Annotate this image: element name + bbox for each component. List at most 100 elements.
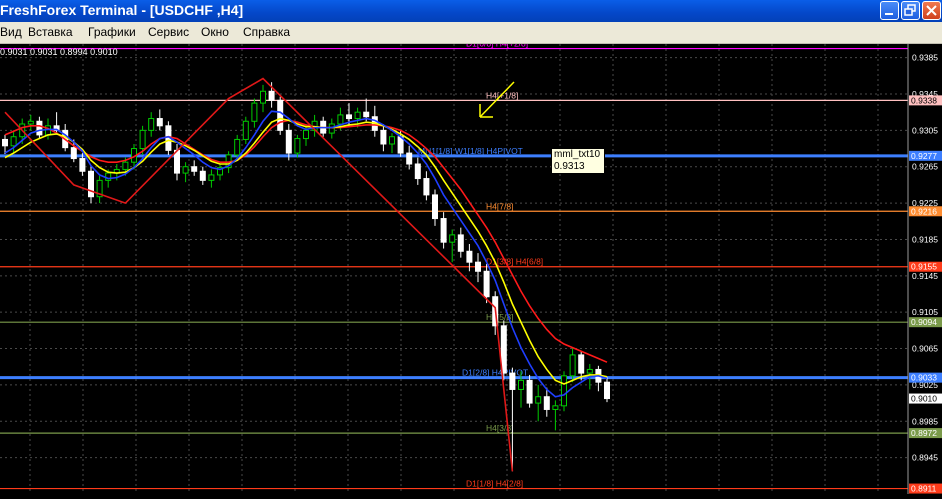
level-label: D1[1/8] H4[2/8] <box>466 479 523 489</box>
candle-body <box>543 396 550 410</box>
candle-body <box>148 118 155 131</box>
ohlc-readout: 0.9031 0.9031 0.8994 0.9010 <box>0 47 118 57</box>
candle-body <box>2 138 8 147</box>
candle-body <box>285 129 292 154</box>
chart-canvas[interactable]: D1[6/8] H4[+2/8] H4[+1/8] MN1[1/8] W1[1/8]… <box>0 39 942 494</box>
price-tick-label: 0.9265 <box>912 162 938 172</box>
candle-body <box>277 99 284 131</box>
candle-body <box>586 368 593 374</box>
candle-body <box>36 120 43 136</box>
tooltip-value: 0.9313 <box>554 161 585 172</box>
price-tick-label: 0.9065 <box>912 344 938 354</box>
candle-body <box>70 147 77 160</box>
candle-body <box>328 123 335 134</box>
candle-body <box>251 102 258 122</box>
candle-body <box>526 379 533 404</box>
candle-body <box>509 372 516 390</box>
menu-help[interactable]: Справка <box>243 25 290 39</box>
candle-body <box>466 250 473 263</box>
candle-body <box>518 379 524 390</box>
candle-body <box>354 111 361 120</box>
candle-body <box>535 396 542 404</box>
candle-body <box>208 174 215 181</box>
candle-body <box>294 138 301 154</box>
menu-window[interactable]: Окно <box>201 25 229 39</box>
candle-body <box>363 111 370 118</box>
candle-body <box>569 354 576 377</box>
candle-body <box>234 138 241 156</box>
price-tick-label: 0.9385 <box>912 53 938 63</box>
tooltip-name: mml_txt10 <box>554 149 601 160</box>
level-label: D1[6/8] H4[+2/8] <box>466 44 528 49</box>
menu-view[interactable]: Вид <box>0 25 22 39</box>
candle-body <box>191 166 198 172</box>
candle-body <box>561 375 567 407</box>
menu-tools[interactable]: Сервис <box>148 25 189 39</box>
candle-body <box>268 90 275 101</box>
level-label: D1[2/8] H4PIVOT <box>462 368 528 378</box>
candle-body <box>182 166 189 174</box>
candle-body <box>27 120 34 125</box>
candle-body <box>440 218 447 243</box>
level-price-label: 0.8911 <box>911 484 937 494</box>
title-bar: FreshForex Terminal - [USDCHF ,H4] <box>0 0 942 22</box>
restore-button[interactable] <box>901 1 920 20</box>
price-tick-label: 0.8945 <box>912 453 938 463</box>
candle-body <box>406 152 413 165</box>
close-button[interactable] <box>922 1 941 20</box>
candle-body <box>122 161 129 170</box>
candle-body <box>10 136 17 147</box>
candle-body <box>139 129 146 150</box>
candle-body <box>552 405 559 410</box>
chart-grid <box>0 44 908 494</box>
candle-body <box>578 354 585 374</box>
candle-body <box>483 270 490 298</box>
level-label: H4[7/8] <box>486 201 513 211</box>
close-icon <box>926 5 937 16</box>
candles <box>2 82 610 472</box>
current-price-label: 0.9010 <box>911 394 937 404</box>
level-label: H4[3/8] <box>486 423 513 433</box>
candle-body <box>432 194 438 220</box>
menu-insert[interactable]: Вставка <box>28 25 73 39</box>
level-price-label: 0.9094 <box>911 317 937 327</box>
candle-body <box>423 178 430 196</box>
level-price-label: 0.9033 <box>911 373 937 383</box>
minimize-button[interactable] <box>880 1 899 20</box>
candle-body <box>260 90 266 104</box>
level-price-label: 0.9277 <box>911 151 937 161</box>
price-tick-label: 0.9305 <box>912 125 938 135</box>
level-price-label: 0.8972 <box>911 428 937 438</box>
tooltip: mml_txt10 0.9313 <box>551 148 605 174</box>
candle-body <box>380 129 387 145</box>
candle-body <box>414 163 421 180</box>
candle-body <box>174 149 180 174</box>
level-label: MN1[1/8] W1[1/8] H4PIVOT <box>418 146 523 156</box>
candle-body <box>337 114 344 125</box>
price-tick-label: 0.8985 <box>912 416 938 426</box>
candle-body <box>156 118 163 127</box>
level-price-label: 0.9338 <box>911 95 937 105</box>
menu-bar: Вид Вставка Графики Сервис Окно Справка <box>0 22 942 44</box>
restore-icon <box>904 4 916 16</box>
candle-body <box>79 158 86 172</box>
candle-body <box>457 234 464 252</box>
candle-body <box>604 381 610 400</box>
level-price-label: 0.9155 <box>911 262 937 272</box>
candle-body <box>475 261 481 272</box>
candle-body <box>199 170 206 181</box>
candle-body <box>449 234 456 243</box>
candle-body <box>389 136 395 145</box>
menu-charts[interactable]: Графики <box>88 25 136 39</box>
price-axis: 0.93850.93450.93050.92650.92250.91850.91… <box>907 44 942 494</box>
candle-body <box>88 170 94 198</box>
price-tick-label: 0.9145 <box>912 271 938 281</box>
price-tick-label: 0.9105 <box>912 307 938 317</box>
window-title: FreshForex Terminal - [USDCHF ,H4] <box>0 2 244 18</box>
price-chart[interactable]: D1[6/8] H4[+2/8] H4[+1/8] MN1[1/8] W1[1/8]… <box>0 39 942 494</box>
candle-body <box>242 120 249 140</box>
minimize-icon <box>885 13 893 15</box>
candle-body <box>346 114 352 120</box>
candle-body <box>303 129 309 140</box>
level-label: H4[+1/8] <box>486 90 518 100</box>
